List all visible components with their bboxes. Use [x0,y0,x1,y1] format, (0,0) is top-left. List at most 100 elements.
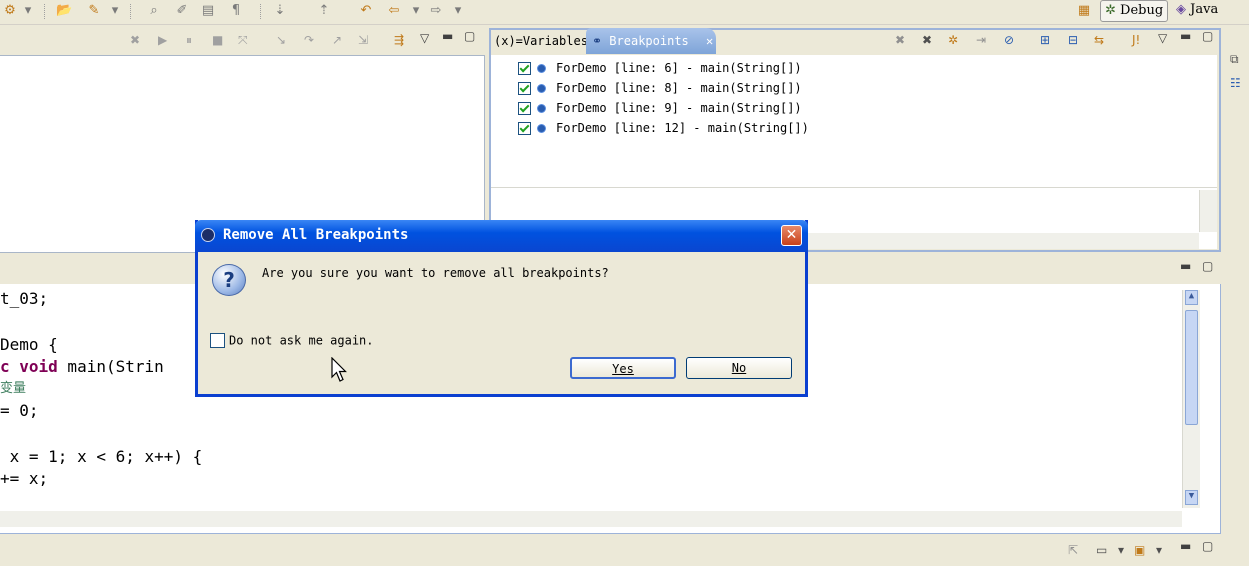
tab-breakpoints[interactable]: ⚭ Breakpoints ✕ [586,28,716,54]
suspend-icon[interactable]: ⏸ [186,33,192,48]
dialog-titlebar: Remove All Breakpoints ✕ [195,220,808,252]
breakpoint-item[interactable]: ForDemo [line: 12] - main(String[]) [518,119,809,137]
question-icon: ? [212,264,246,296]
code-line: Demo { [0,335,58,354]
java-icon: ◈ [1176,2,1186,17]
disconnect-icon[interactable]: ⤧ [238,33,248,48]
breakpoint-checkbox[interactable] [518,102,531,115]
code-line: = 0; [0,401,39,420]
dropdown-arrow-icon[interactable]: ▾ [450,3,466,19]
scroll-thumb[interactable] [1185,310,1198,425]
step-return-icon[interactable]: ↗ [332,33,342,47]
view-menu-icon[interactable]: ▽ [1158,31,1167,45]
maximize-icon[interactable]: ▢ [1202,259,1213,273]
code-line: t_03; [0,289,49,308]
do-not-ask-label: Do not ask me again. [229,333,374,348]
back-icon[interactable]: ⇦ [386,3,402,19]
restore-icon[interactable]: ⧉ [1230,52,1239,67]
display-console-icon[interactable]: ▭ [1096,543,1107,557]
breakpoint-checkbox[interactable] [518,122,531,135]
scroll-up-icon[interactable]: ▲ [1185,290,1198,305]
dropdown-arrow-icon[interactable]: ▾ [20,3,36,19]
pin-icon[interactable]: ⇱ [1068,543,1078,557]
open-perspective-icon[interactable]: ▦ [1076,3,1092,19]
breakpoint-icon [537,104,546,113]
resume-icon[interactable]: ▶ [158,33,167,47]
open-console-icon[interactable]: ▣ [1134,543,1145,557]
dialog-title: Remove All Breakpoints [223,227,409,243]
maximize-icon[interactable]: ▢ [464,29,475,43]
dropdown-arrow-icon[interactable]: ▾ [107,3,123,19]
outline-icon[interactable]: ☷ [1230,76,1241,90]
breakpoint-icon [537,124,546,133]
bottom-toolbar: ⇱ ▭ ▾ ▣ ▾ ▬ ▢ [0,538,1249,566]
use-step-filters-icon[interactable]: ⇶ [394,33,404,47]
goto-file-icon[interactable]: ⇥ [976,33,986,47]
minimize-icon[interactable]: ▬ [1180,259,1191,273]
document-icon[interactable]: ▤ [200,3,216,19]
close-icon[interactable]: ✕ [706,34,713,48]
editor-vscrollbar[interactable]: ▲ ▼ [1182,290,1200,508]
code-line: += x; [0,469,49,488]
dialog-message: Are you sure you want to remove all brea… [262,266,609,280]
mouse-cursor-icon [331,357,347,382]
breakpoint-item[interactable]: ForDemo [line: 9] - main(String[]) [518,99,802,117]
view-menu-icon[interactable]: ▽ [420,31,429,45]
pilcrow-icon[interactable]: ¶ [228,3,244,19]
breakpoints-tab-icon: ⚭ [592,34,603,48]
breakpoint-icon [537,64,546,73]
editor-hscrollbar[interactable] [0,511,1182,527]
do-not-ask-checkbox-row[interactable]: Do not ask me again. [210,332,374,348]
dropdown-arrow-icon[interactable]: ▾ [1118,543,1124,557]
perspective-debug[interactable]: ✲ Debug [1100,0,1169,22]
dropdown-arrow-icon[interactable]: ▾ [408,3,424,19]
do-not-ask-checkbox[interactable] [210,333,225,348]
breakpoint-item[interactable]: ForDemo [line: 8] - main(String[]) [518,79,802,97]
code-line: c void main(Strin [0,357,164,376]
maximize-icon[interactable]: ▢ [1202,539,1213,553]
bug-icon: ✲ [1105,3,1116,18]
next-annotation-icon[interactable]: ⇣ [272,3,288,19]
pen-icon[interactable]: ✐ [174,3,190,19]
forward-icon[interactable]: ⇨ [428,3,444,19]
breakpoint-checkbox[interactable] [518,82,531,95]
skip-breakpoints-icon[interactable]: ⊘ [1004,33,1014,47]
close-icon: ✕ [785,227,798,243]
prev-annotation-icon[interactable]: ⇡ [316,3,332,19]
step-into-icon[interactable]: ↘ [276,33,286,47]
new-package-icon[interactable]: 📂 [56,3,72,19]
build-icon[interactable]: ✎ [86,3,102,19]
breakpoint-checkbox[interactable] [518,62,531,75]
scroll-down-icon[interactable]: ▼ [1185,490,1198,505]
tab-variables[interactable]: (x)=Variables [490,30,592,52]
code-comment: 变量 [0,381,27,396]
minimize-icon[interactable]: ▬ [1180,539,1191,553]
expand-all-icon[interactable]: ⊞ [1040,33,1050,47]
minimize-icon[interactable]: ▬ [1180,29,1191,43]
perspective-java[interactable]: ◈ Java [1172,0,1222,20]
debug-run-icon[interactable]: ⚙ [2,3,18,19]
link-with-view-icon[interactable]: ⇆ [1094,33,1104,47]
yes-button[interactable]: Yes [570,357,676,379]
remove-breakpoint-icon[interactable]: ✖ [895,33,905,47]
collapse-all-icon[interactable]: ⊟ [1068,33,1078,47]
details-divider [491,187,1217,188]
last-edit-icon[interactable]: ↶ [358,3,374,19]
step-over-icon[interactable]: ↷ [304,33,314,47]
code-line: x = 1; x < 6; x++) { [0,447,203,466]
search-icon[interactable]: ⌕ [146,3,162,19]
minimize-icon[interactable]: ▬ [442,29,453,43]
remove-terminated-icon[interactable]: ✖ [130,33,140,47]
show-supported-icon[interactable]: ✲ [948,33,958,47]
details-scrollbar[interactable] [1199,190,1217,232]
no-button[interactable]: No [686,357,792,379]
dialog-close-button[interactable]: ✕ [781,225,802,246]
add-exception-breakpoint-icon[interactable]: J! [1132,33,1140,47]
maximize-icon[interactable]: ▢ [1202,29,1213,43]
dropdown-arrow-icon[interactable]: ▾ [1156,543,1162,557]
remove-all-breakpoints-icon[interactable]: ✖ [922,33,932,47]
terminate-icon[interactable]: ■ [212,33,223,47]
drop-to-frame-icon[interactable]: ⇲ [358,33,368,47]
breakpoint-item[interactable]: ForDemo [line: 6] - main(String[]) [518,59,802,77]
breakpoints-toolbar: ✖ ✖ ✲ ⇥ ⊘ ⊞ ⊟ ⇆ J! ▽ ▬ ▢ [890,29,1220,52]
